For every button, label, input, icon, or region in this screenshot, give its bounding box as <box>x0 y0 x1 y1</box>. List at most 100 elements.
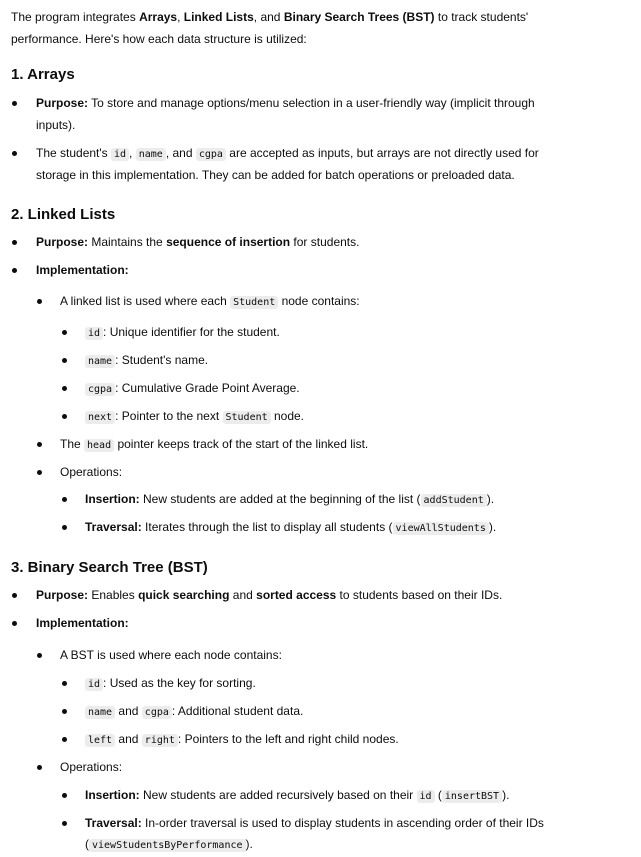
code-insertbst: insertBST <box>441 790 503 803</box>
purpose-label: Purpose: <box>36 235 89 249</box>
bullet-dot <box>62 737 67 742</box>
bullet-dot <box>62 793 67 798</box>
linked-purpose: Purpose: Maintains the sequence of inser… <box>36 231 359 253</box>
label: Insertion: <box>85 788 140 802</box>
bst-field-id: id: Used as the key for sorting. <box>85 672 256 696</box>
text: The student's <box>36 146 111 160</box>
label: Traversal: <box>85 520 142 534</box>
purpose-text: To store and manage options/menu selecti… <box>88 96 535 110</box>
arrays-purpose: Purpose: To store and manage options/men… <box>36 92 535 114</box>
bullet-dot <box>62 681 67 686</box>
implementation-label: Implementation: <box>36 263 129 277</box>
code-id: id <box>416 790 435 803</box>
bold-text: sequence of insertion <box>166 235 291 249</box>
bold-text: sorted access <box>256 588 337 602</box>
intro-text: , <box>177 10 184 24</box>
field-next: next: Pointer to the next Student node. <box>85 405 304 429</box>
implementation-label: Implementation: <box>36 616 129 630</box>
text: In-order traversal is used to display st… <box>141 816 544 830</box>
intro-paragraph: The program integrates Arrays, Linked Li… <box>11 6 528 28</box>
bst-traversal: Traversal: In-order traversal is used to… <box>85 812 544 834</box>
text: ). <box>488 520 497 534</box>
code-id: id <box>85 678 104 691</box>
document: The program integrates Arrays, Linked Li… <box>0 0 641 856</box>
code-name: name <box>135 148 166 161</box>
text: for students. <box>290 235 360 249</box>
bullet-dot <box>62 497 67 502</box>
code-head: head <box>84 439 115 452</box>
label: Purpose: <box>36 588 89 602</box>
intro-arrays: Arrays <box>139 10 178 24</box>
bullet-dot <box>12 240 17 245</box>
bullet-dot <box>12 268 17 273</box>
code-student: Student <box>222 411 271 424</box>
code-next: next <box>85 411 116 424</box>
text: : Additional student data. <box>171 704 304 718</box>
code-cgpa: cgpa <box>141 706 172 719</box>
bst-traversal-line-2: (viewStudentsByPerformance). <box>85 833 253 857</box>
code-right: right <box>141 734 178 747</box>
bullet-dot <box>12 151 17 156</box>
text: New students are added recursively based… <box>139 788 417 802</box>
text: and <box>229 588 257 602</box>
text: The <box>60 437 85 451</box>
text: are accepted as inputs, but arrays are n… <box>225 146 539 160</box>
text: node contains: <box>278 294 360 308</box>
section-heading-bst: 3. Binary Search Tree (BST) <box>11 559 208 576</box>
bullet-dot <box>62 525 67 530</box>
text: , and <box>165 146 196 160</box>
text: ). <box>245 837 253 851</box>
bullet-dot <box>37 299 42 304</box>
code-viewallstudents: viewAllStudents <box>392 522 489 535</box>
text: to students based on their IDs. <box>336 588 503 602</box>
bullet-dot <box>62 386 67 391</box>
text: ( <box>434 788 442 802</box>
bullet-dot <box>37 765 42 770</box>
code-name: name <box>85 355 116 368</box>
text: : Cumulative Grade Point Average. <box>115 381 300 395</box>
ll-insertion: Insertion: New students are added at the… <box>85 488 494 512</box>
operations-label: Operations: <box>60 465 123 479</box>
text: : Unique identifier for the student. <box>103 325 280 339</box>
label: Traversal: <box>85 816 142 830</box>
bst-field-name-cgpa: name and cgpa: Additional student data. <box>85 700 303 724</box>
bst-node-desc: A BST is used where each node contains: <box>60 648 282 662</box>
field-name: name: Student's name. <box>85 349 208 373</box>
bullet-dot <box>37 470 42 475</box>
code-id: id <box>111 148 130 161</box>
text: New students are added at the beginning … <box>139 492 421 506</box>
linked-node-desc: A linked list is used where each Student… <box>60 290 360 314</box>
text: and <box>115 732 142 746</box>
text: , <box>129 146 136 160</box>
code-student: Student <box>230 296 279 309</box>
text: : Pointers to the left and right child n… <box>177 732 399 746</box>
text: A linked list is used where each <box>60 294 231 308</box>
code-cgpa: cgpa <box>85 383 116 396</box>
bullet-dot <box>62 414 67 419</box>
text: ). <box>486 492 495 506</box>
field-cgpa: cgpa: Cumulative Grade Point Average. <box>85 377 300 401</box>
text: and <box>115 704 142 718</box>
code-left: left <box>85 734 116 747</box>
intro-text: to track students' <box>434 10 529 24</box>
bullet-dot <box>12 621 17 626</box>
arrays-inputs: The student's id, name, and cgpa are acc… <box>36 142 539 166</box>
arrays-purpose-line-2: inputs). <box>36 118 76 132</box>
bst-field-left-right: left and right: Pointers to the left and… <box>85 728 399 752</box>
bullet-dot <box>12 101 17 106</box>
bullet-dot <box>62 709 67 714</box>
text: pointer keeps track of the start of the … <box>114 437 369 451</box>
text: node. <box>270 409 305 423</box>
ll-traversal: Traversal: Iterates through the list to … <box>85 516 496 540</box>
text: : Pointer to the next <box>115 409 223 423</box>
bullet-dot <box>62 330 67 335</box>
bst-purpose: Purpose: Enables quick searching and sor… <box>36 584 502 606</box>
section-heading-linked-lists: 2. Linked Lists <box>11 206 116 223</box>
code-name: name <box>85 706 116 719</box>
text: Maintains the <box>88 235 167 249</box>
field-id: id: Unique identifier for the student. <box>85 321 280 345</box>
label: Insertion: <box>85 492 140 506</box>
bullet-dot <box>37 653 42 658</box>
arrays-inputs-line-2: storage in this implementation. They can… <box>36 168 515 182</box>
code-viewstudentsbyperformance: viewStudentsByPerformance <box>89 839 246 852</box>
